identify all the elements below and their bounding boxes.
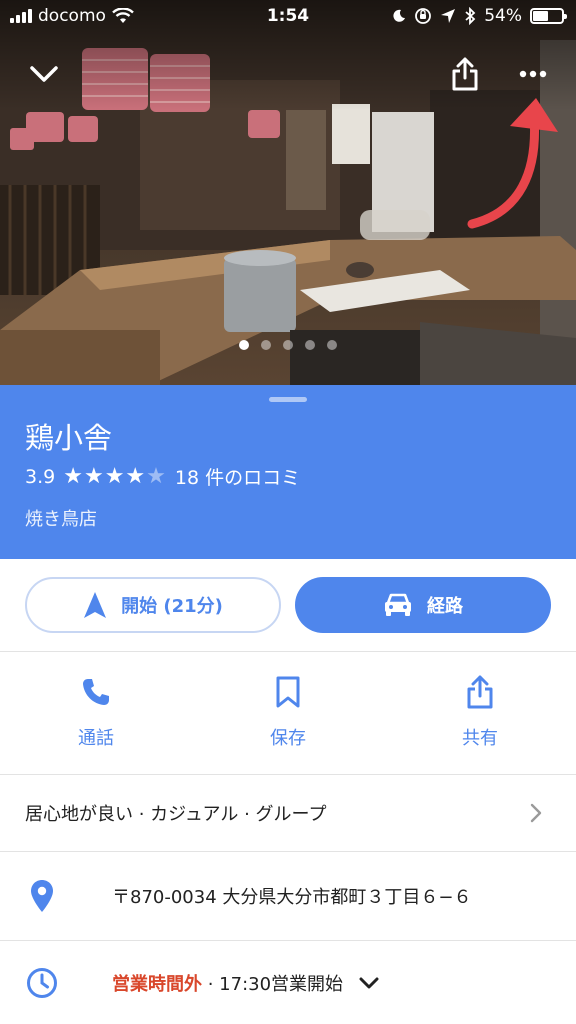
status-bar: docomo 1:54 54%: [0, 0, 576, 34]
car-icon: [385, 593, 411, 616]
pager-dot[interactable]: [327, 340, 337, 350]
directions-button[interactable]: 経路: [295, 577, 551, 633]
star-icon: ★: [104, 464, 126, 489]
directions-label: 経路: [427, 596, 463, 617]
place-category: 焼き鳥店: [25, 509, 97, 530]
pager-dot[interactable]: [305, 340, 315, 350]
share-button[interactable]: [443, 52, 487, 96]
pager-dot[interactable]: [261, 340, 271, 350]
star-icon: ★: [63, 464, 84, 489]
review-count: 18 件のロコミ: [174, 467, 301, 489]
address-row[interactable]: 〒870-0034 大分県大分市都町３丁目６−６: [0, 852, 576, 940]
rating-row[interactable]: 3.9 ★★★★★ 18 件のロコミ: [25, 463, 300, 490]
primary-actions: 開始 (21分) 経路: [25, 577, 551, 633]
phone-icon: [83, 679, 109, 705]
pager-dot[interactable]: [283, 340, 293, 350]
location-pin-icon: [31, 880, 53, 912]
expand-hours-icon[interactable]: [359, 977, 379, 989]
start-label: 開始 (21分): [121, 596, 223, 617]
hours-status: 営業時間外: [112, 973, 202, 995]
chevron-down-icon: [30, 66, 58, 82]
navigation-arrow-icon: [84, 592, 107, 618]
share-icon: [467, 675, 493, 709]
address-text: 〒870-0034 大分県大分市都町３丁目６−６: [112, 887, 472, 908]
place-photo[interactable]: docomo 1:54 54%: [0, 0, 576, 385]
collapse-button[interactable]: [22, 52, 66, 96]
drag-handle[interactable]: [269, 397, 307, 402]
hours-row[interactable]: 営業時間外 · 17:30営業開始: [0, 941, 576, 1024]
start-navigation-button[interactable]: 開始 (21分): [25, 577, 281, 633]
clock-icon: [27, 967, 57, 998]
place-name: 鶏小舎: [25, 421, 113, 455]
rating-value: 3.9: [25, 465, 56, 488]
save-button[interactable]: 保存: [192, 652, 384, 774]
place-header[interactable]: 鶏小舎 3.9 ★★★★★ 18 件のロコミ 焼き鳥店: [0, 385, 576, 559]
bluetooth-icon: [465, 7, 476, 25]
moon-icon: [393, 9, 406, 22]
call-label: 通話: [78, 728, 114, 749]
star-icon: ★: [146, 464, 167, 489]
star-rating: ★★★★★: [63, 464, 167, 489]
share-label: 共有: [462, 728, 498, 749]
photo-pager[interactable]: [0, 340, 576, 350]
chevron-right-icon: [530, 803, 542, 823]
share-icon: [452, 57, 478, 91]
battery-percent: 54%: [484, 6, 522, 26]
location-arrow-icon: [441, 9, 456, 23]
quick-actions: 通話 保存 共有: [0, 652, 576, 774]
star-icon: ★: [83, 464, 105, 489]
attributes-text: 居心地が良い · カジュアル · グループ: [25, 804, 327, 825]
more-horiz-icon: [519, 70, 547, 78]
share-place-button[interactable]: 共有: [384, 652, 576, 774]
star-icon: ★: [125, 464, 147, 489]
save-label: 保存: [270, 728, 306, 749]
bookmark-icon: [276, 676, 300, 708]
more-options-button[interactable]: [511, 52, 555, 96]
battery-icon: [530, 8, 567, 24]
hours-next-open: · 17:30営業開始: [202, 973, 344, 995]
orientation-lock-icon: [415, 8, 432, 24]
attributes-row[interactable]: 居心地が良い · カジュアル · グループ: [0, 775, 576, 851]
pager-dot[interactable]: [239, 340, 249, 350]
call-button[interactable]: 通話: [0, 652, 192, 774]
annotation-arrow-icon: [467, 98, 558, 229]
